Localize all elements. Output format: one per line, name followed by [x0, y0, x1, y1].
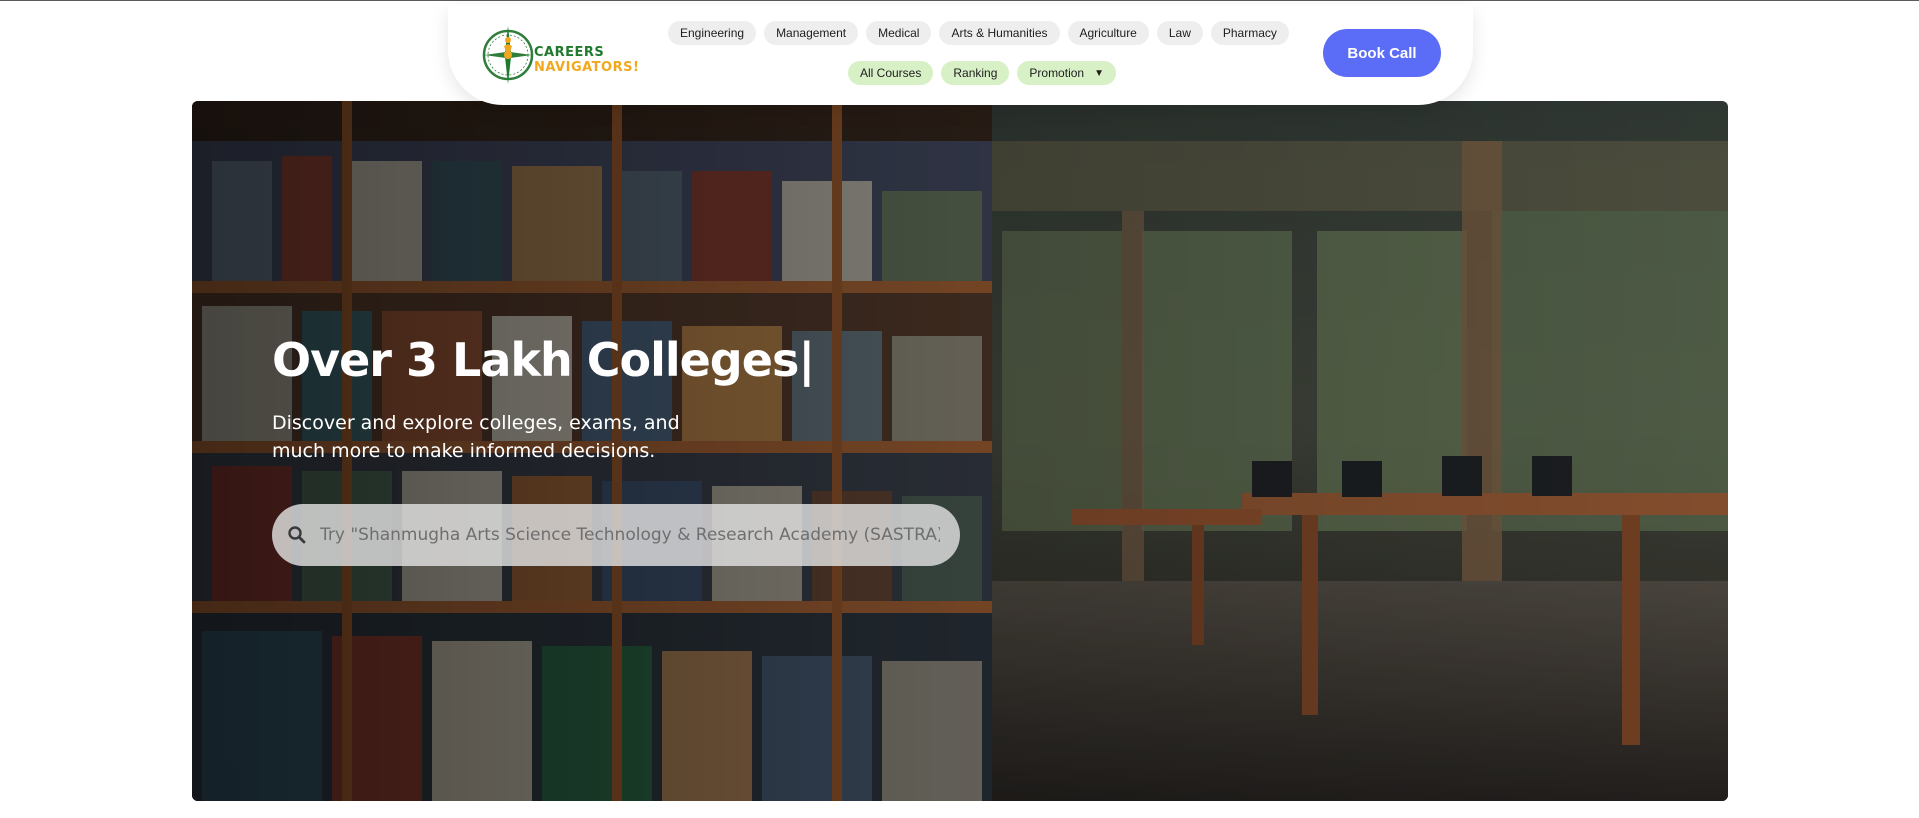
- compass-logo-icon: [482, 26, 534, 84]
- hero-title: Over 3 Lakh Colleges|: [272, 333, 815, 387]
- nav-management[interactable]: Management: [764, 21, 859, 45]
- nav-promotion-label: Promotion: [1029, 66, 1085, 80]
- nav-all-courses[interactable]: All Courses: [848, 61, 934, 85]
- nav-ranking[interactable]: Ranking: [941, 61, 1010, 85]
- nav-pharmacy[interactable]: Pharmacy: [1210, 21, 1289, 45]
- nav-agriculture[interactable]: Agriculture: [1067, 21, 1149, 45]
- brand-line2: NAVIGATORS!: [534, 60, 640, 75]
- brand-line1: CAREERS: [534, 45, 605, 60]
- primary-nav: Engineering Management Medical Arts & Hu…: [668, 21, 1289, 45]
- secondary-nav: All Courses Ranking Promotion ▼: [848, 61, 1116, 85]
- brand-logo[interactable]: CAREERS NAVIGATORS!: [480, 20, 640, 90]
- caret-down-icon: ▼: [1094, 67, 1104, 79]
- hero-subtitle: Discover and explore colleges, exams, an…: [272, 412, 680, 462]
- book-call-button[interactable]: Book Call: [1323, 29, 1441, 77]
- nav-law[interactable]: Law: [1156, 21, 1203, 45]
- search-icon[interactable]: [286, 524, 308, 546]
- site-header: CAREERS NAVIGATORS! Engineering Manageme…: [448, 5, 1473, 105]
- top-divider: [0, 0, 1919, 1]
- college-search-bar[interactable]: [272, 504, 960, 566]
- search-input[interactable]: [320, 504, 940, 566]
- brand-name: CAREERS NAVIGATORS!: [534, 45, 639, 75]
- nav-engineering[interactable]: Engineering: [668, 21, 757, 45]
- nav-medical[interactable]: Medical: [866, 21, 932, 45]
- nav-arts-humanities[interactable]: Arts & Humanities: [939, 21, 1060, 45]
- nav-promotion-dropdown[interactable]: Promotion ▼: [1017, 61, 1116, 85]
- hero-banner: Over 3 Lakh Colleges| Discover and explo…: [192, 101, 1728, 801]
